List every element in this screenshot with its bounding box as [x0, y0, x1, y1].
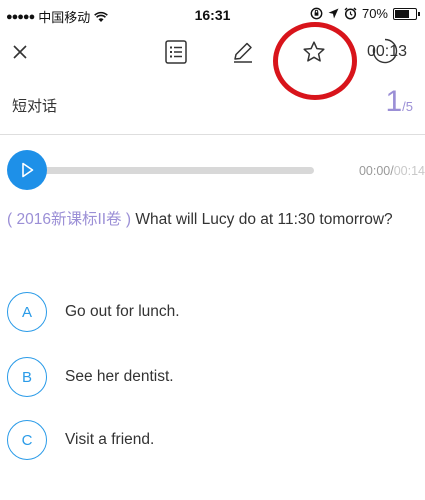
close-button[interactable]: [6, 38, 34, 66]
close-icon: [13, 45, 27, 59]
page-current: 1: [385, 85, 403, 118]
option-text: Go out for lunch.: [65, 303, 180, 320]
section-title: 短对话: [12, 98, 58, 115]
option-c[interactable]: C Visit a friend.: [7, 418, 407, 462]
edit-button[interactable]: [229, 38, 257, 66]
play-button[interactable]: [7, 150, 47, 190]
option-text: Visit a friend.: [65, 431, 155, 448]
timer-text: 00:13: [366, 43, 407, 60]
orientation-lock-icon: [310, 7, 323, 20]
timer[interactable]: 00:13: [367, 36, 407, 68]
audio-progress-bar[interactable]: [42, 167, 314, 174]
audio-time: 00:00/00:14: [359, 164, 425, 178]
audio-player: 00:00/00:14: [0, 150, 425, 194]
location-arrow-icon: [328, 8, 339, 19]
answer-sheet-icon: [165, 40, 187, 64]
battery-icon: [393, 7, 420, 20]
question-text: ( 2016新课标II卷 ) What will Lucy do at 11:3…: [7, 203, 412, 236]
section-header: 短对话 1/5: [0, 75, 425, 135]
option-a[interactable]: A Go out for lunch.: [7, 290, 407, 334]
question-source: ( 2016新课标II卷 ): [7, 211, 132, 228]
option-letter: A: [7, 292, 47, 332]
alarm-icon: [344, 7, 357, 20]
edit-icon: [234, 42, 252, 63]
status-right: 70%: [310, 6, 420, 21]
status-bar: ●●●●● 中国移动 16:31 70%: [0, 0, 425, 30]
play-icon: [22, 162, 34, 178]
option-letter: C: [7, 420, 47, 460]
page-counter: 1/5: [385, 85, 413, 119]
option-b[interactable]: B See her dentist.: [7, 355, 407, 399]
audio-current-time: 00:00: [358, 164, 391, 178]
battery-percent: 70%: [361, 6, 388, 21]
audio-total-time: 00:14: [393, 164, 425, 178]
answer-sheet-button[interactable]: [162, 38, 190, 66]
page-total: /5: [402, 99, 413, 114]
option-letter: B: [7, 357, 47, 397]
option-text: See her dentist.: [65, 368, 174, 385]
toolbar: 00:13: [0, 30, 425, 75]
question-body: What will Lucy do at 11:30 tomorrow?: [135, 211, 393, 228]
